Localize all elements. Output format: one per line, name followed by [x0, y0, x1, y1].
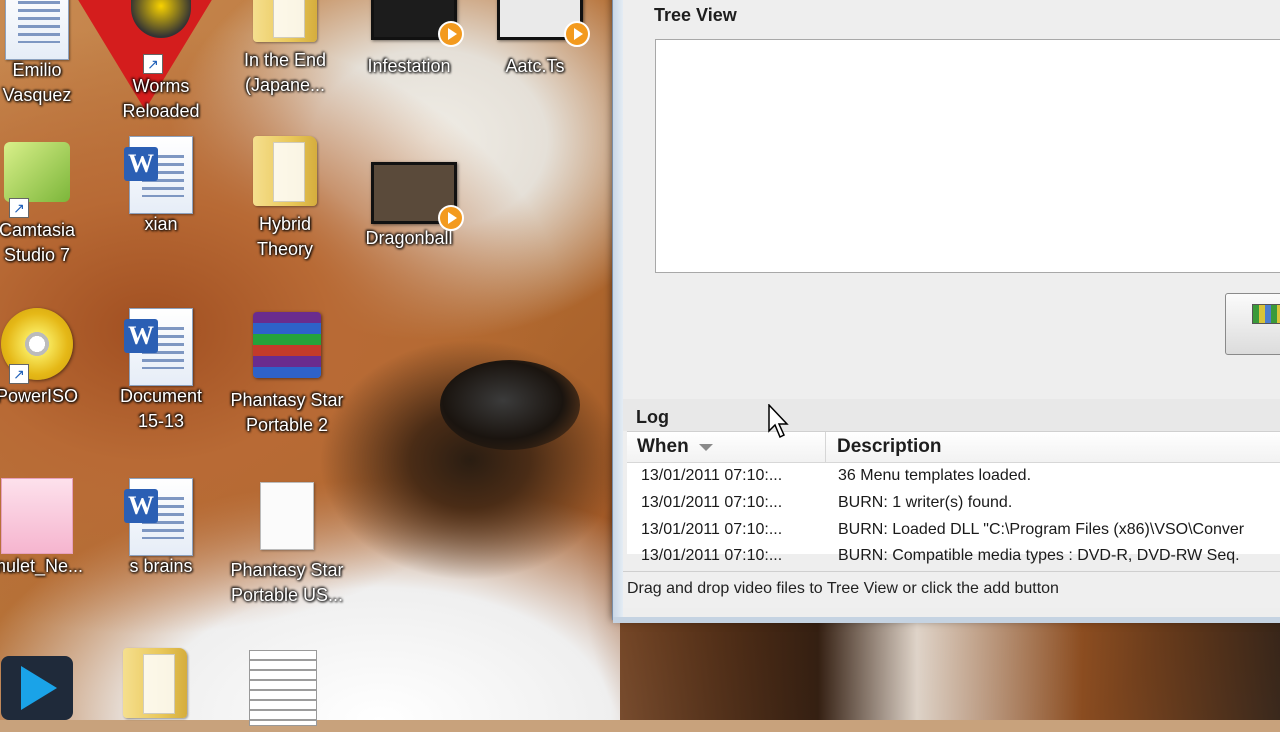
desktop-icon-label: In the End (Japane...	[243, 50, 327, 95]
column-header-description[interactable]: Description	[837, 436, 942, 458]
word-document-icon: W	[123, 308, 199, 386]
tree-view-title: Tree View	[654, 5, 737, 25]
desktop-icon-mulet-ne[interactable]: mulet_Ne...	[0, 478, 96, 579]
word-document-icon: W	[123, 136, 199, 214]
folder-icon	[247, 0, 323, 48]
app-window: Tree View Log When Description 13/01/201…	[612, 0, 1280, 623]
video-file-icon	[497, 0, 590, 54]
log-column-headers: When Description	[627, 432, 1280, 463]
desktop-icon-emilio-vasquez[interactable]: Emilio Vasquez	[0, 0, 96, 108]
column-header-when[interactable]: When	[637, 436, 689, 458]
log-when: 13/01/2011 07:10:...	[641, 494, 783, 511]
tree-view-panel[interactable]	[655, 39, 1280, 273]
desktop-icon-label: Document 15-13	[119, 386, 203, 431]
desktop-icon-worms-reloaded[interactable]: ↗ Worms Reloaded	[102, 0, 220, 124]
document-icon	[0, 0, 75, 60]
desktop-icon-label: Infestation	[367, 56, 451, 76]
desktop-icon-dragonball[interactable]: Dragonball	[350, 136, 468, 251]
video-file-icon	[371, 162, 464, 238]
window-frame	[613, 0, 623, 619]
desktop-icon-label: Hybrid Theory	[256, 214, 314, 259]
film-strip-icon	[1252, 304, 1280, 324]
desktop-icon-label: Phantasy Star Portable US...	[230, 560, 344, 605]
desktop-icon-label: Worms Reloaded	[122, 76, 200, 121]
desktop-icon-phantasy-star-portable-2[interactable]: Phantasy Star Portable 2	[228, 308, 346, 438]
desktop-icon-aatc-ts[interactable]: Aatc.Ts	[476, 0, 594, 79]
desktop-icon-xian[interactable]: W xian	[102, 136, 220, 237]
desktop-icon-in-the-end[interactable]: In the End (Japane...	[226, 0, 344, 98]
window-frame-bottom	[613, 617, 1280, 623]
column-separator[interactable]	[825, 432, 826, 462]
desktop-icon-infestation[interactable]: Infestation	[350, 0, 468, 79]
desktop-icon-media-player[interactable]	[0, 652, 96, 732]
log-table[interactable]: When Description 13/01/2011 07:10:... 36…	[627, 431, 1280, 564]
desktop-icon-folder[interactable]	[96, 648, 214, 724]
poweriso-disc-icon: ↗	[0, 308, 75, 384]
status-text: Drag and drop video files to Tree View o…	[627, 580, 1059, 597]
worms-game-icon: ↗	[123, 0, 199, 74]
video-file-icon	[371, 0, 464, 54]
desktop-icon-label: PowerISO	[0, 386, 79, 406]
word-document-icon: W	[123, 478, 199, 556]
desktop-icon-label: Aatc.Ts	[505, 56, 565, 76]
folder-icon	[117, 648, 193, 724]
desktop-icon-label: Camtasia Studio 7	[0, 220, 76, 265]
log-row[interactable]: 13/01/2011 07:10:... BURN: Loaded DLL "C…	[627, 516, 1280, 542]
desktop-icon-text-document[interactable]	[224, 650, 342, 726]
desktop-icon-label: Emilio Vasquez	[2, 60, 72, 105]
desktop-icon-poweriso[interactable]: ↗ PowerISO	[0, 308, 96, 409]
folder-icon	[247, 136, 323, 212]
log-description: 36 Menu templates loaded.	[838, 467, 1032, 484]
log-when: 13/01/2011 07:10:...	[641, 547, 783, 564]
blank-file-icon	[249, 482, 325, 558]
log-header: Log	[623, 399, 1280, 431]
desktop-icon-label: Phantasy Star Portable 2	[230, 390, 344, 435]
log-description: BURN: 1 writer(s) found.	[838, 494, 1013, 511]
desktop-icon-hybrid-theory[interactable]: Hybrid Theory	[226, 136, 344, 262]
mouse-cursor-icon	[768, 404, 789, 439]
desktop-icon-label: xian	[144, 214, 178, 234]
log-row[interactable]: 13/01/2011 07:10:... 36 Menu templates l…	[627, 462, 1280, 488]
log-row[interactable]: 13/01/2011 07:10:... BURN: 1 writer(s) f…	[627, 489, 1280, 515]
log-description: BURN: Compatible media types : DVD-R, DV…	[838, 547, 1240, 564]
sort-descending-icon	[699, 444, 713, 451]
media-player-icon	[0, 656, 75, 732]
anime-image-icon	[0, 478, 75, 554]
log-description: BURN: Loaded DLL "C:\Program Files (x86)…	[838, 521, 1245, 538]
log-title: Log	[636, 407, 669, 427]
desktop-icon-phantasy-star-portable-us[interactable]: Phantasy Star Portable US...	[228, 478, 346, 608]
camtasia-icon: ↗	[0, 142, 75, 218]
log-when: 13/01/2011 07:10:...	[641, 467, 783, 484]
wallpaper-dog-eye	[440, 360, 580, 450]
winrar-archive-icon	[249, 312, 325, 388]
add-video-button[interactable]	[1225, 293, 1280, 355]
desktop-icon-document-15-13[interactable]: W Document 15-13	[102, 308, 220, 434]
log-row[interactable]: 13/01/2011 07:10:... BURN: Compatible me…	[627, 542, 1280, 568]
desktop-icon-label: mulet_Ne...	[0, 556, 84, 576]
log-when: 13/01/2011 07:10:...	[641, 521, 783, 538]
desktop-icon-camtasia-studio[interactable]: ↗ Camtasia Studio 7	[0, 136, 96, 268]
desktop-icon-s-brains[interactable]: W s brains	[102, 478, 220, 579]
desktop-icon-label: s brains	[129, 556, 193, 576]
status-bar: Drag and drop video files to Tree View o…	[623, 571, 1280, 608]
text-document-icon	[245, 650, 321, 726]
